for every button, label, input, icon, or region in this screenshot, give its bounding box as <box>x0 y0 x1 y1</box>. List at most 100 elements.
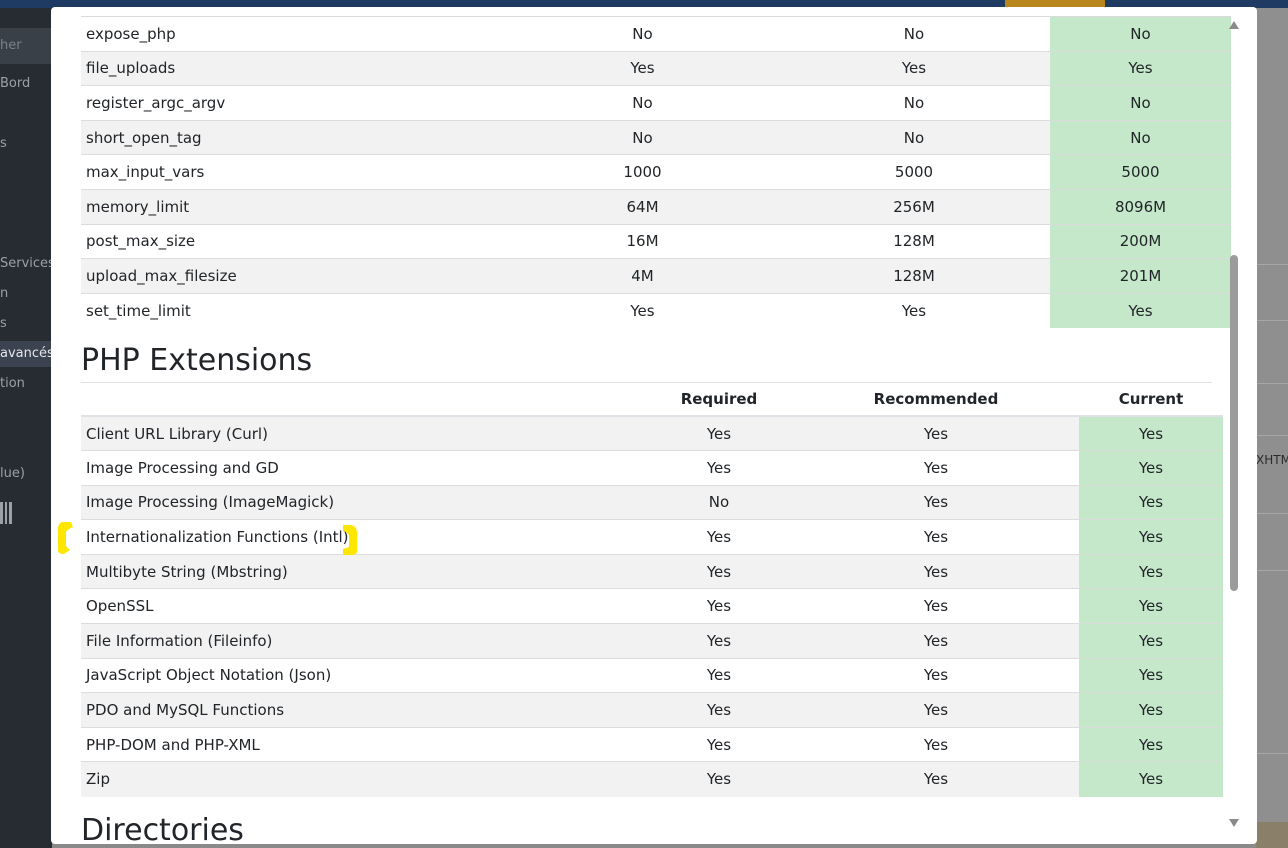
setting-name: File Information (Fileinfo) <box>81 623 645 659</box>
required-value: Yes <box>645 519 793 555</box>
required-value: No <box>507 16 778 52</box>
column-header-name <box>81 383 645 417</box>
required-value: Yes <box>507 292 778 328</box>
setting-name: file_uploads <box>81 50 507 86</box>
current-value: Yes <box>1079 415 1223 451</box>
required-value: Yes <box>645 415 793 451</box>
current-value: 201M <box>1050 258 1231 294</box>
table-row: memory_limit 64M 256M 8096M <box>81 188 1231 225</box>
recommended-value: No <box>778 16 1050 52</box>
table-row: Image Processing (ImageMagick) No Yes Yes <box>81 484 1223 520</box>
app-sidebar: her Bord s Services n s avancés tion lue… <box>0 8 52 848</box>
current-value: 200M <box>1050 223 1231 259</box>
sidebar-item: lue) <box>0 466 25 481</box>
table-row: PDO and MySQL Functions Yes Yes Yes <box>81 692 1223 728</box>
setting-name: post_max_size <box>81 223 507 259</box>
required-value: Yes <box>645 553 793 589</box>
setting-name: Multibyte String (Mbstring) <box>81 553 645 589</box>
recommended-value: Yes <box>793 726 1079 762</box>
setting-name: short_open_tag <box>81 119 507 155</box>
divider <box>1256 320 1288 321</box>
required-value: Yes <box>507 50 778 86</box>
required-value: Yes <box>645 692 793 728</box>
required-value: Yes <box>645 657 793 693</box>
recommended-value: 128M <box>778 223 1050 259</box>
sidebar-item: n <box>0 286 9 301</box>
sidebar-item: Services <box>0 256 52 271</box>
scroll-up-arrow-icon[interactable] <box>1229 21 1239 29</box>
table-row: set_time_limit Yes Yes Yes <box>81 292 1231 328</box>
background-text: XHTM <box>1256 453 1288 467</box>
required-value: No <box>507 119 778 155</box>
current-value: No <box>1050 16 1231 52</box>
app-background-right: XHTM <box>1256 8 1288 848</box>
current-value: 8096M <box>1050 188 1231 225</box>
scrollbar-thumb[interactable] <box>1230 255 1238 591</box>
scroll-down-arrow-icon[interactable] <box>1229 819 1239 827</box>
setting-name: Zip <box>81 761 645 797</box>
table-row: max_input_vars 1000 5000 5000 <box>81 154 1231 190</box>
column-header-required: Required <box>645 383 793 417</box>
table-row: post_max_size 16M 128M 200M <box>81 223 1231 259</box>
divider <box>1256 435 1288 436</box>
recommended-value: 256M <box>778 188 1050 225</box>
current-value: Yes <box>1079 657 1223 693</box>
current-value: Yes <box>1079 588 1223 624</box>
setting-name: expose_php <box>81 16 507 52</box>
setting-name: upload_max_filesize <box>81 258 507 294</box>
required-value: Yes <box>645 761 793 797</box>
sidebar-search: her <box>0 28 52 64</box>
sidebar-item: s <box>0 316 7 331</box>
required-value: 4M <box>507 258 778 294</box>
recommended-value: 128M <box>778 258 1050 294</box>
recommended-value: Yes <box>793 484 1079 520</box>
required-value: No <box>645 484 793 520</box>
recommended-value: Yes <box>793 519 1079 555</box>
current-value: 5000 <box>1050 154 1231 190</box>
recommended-value: Yes <box>793 657 1079 693</box>
setting-name: register_argc_argv <box>81 85 507 121</box>
current-value: No <box>1050 85 1231 121</box>
table-row: Multibyte String (Mbstring) Yes Yes Yes <box>81 553 1223 589</box>
column-header-recommended: Recommended <box>793 383 1079 417</box>
sidebar-item-active: avancés <box>0 341 52 367</box>
highlight-marker-left-icon <box>57 522 73 554</box>
current-value: Yes <box>1050 292 1231 328</box>
current-value: Yes <box>1079 450 1223 486</box>
modal-scrollbar[interactable] <box>1225 21 1243 831</box>
recommended-value: Yes <box>778 292 1050 328</box>
recommended-value: 5000 <box>778 154 1050 190</box>
recommended-value: Yes <box>793 553 1079 589</box>
table-row: Zip Yes Yes Yes <box>81 761 1223 797</box>
table-row: JavaScript Object Notation (Json) Yes Yes Y… <box>81 657 1223 693</box>
table-row: expose_php No No No <box>81 16 1231 52</box>
column-header-current: Current <box>1079 383 1223 417</box>
system-check-modal: expose_php No No No file_uploads Yes Yes Yes reg… <box>51 7 1257 844</box>
setting-name: Image Processing and GD <box>81 450 645 486</box>
current-value: Yes <box>1079 726 1223 762</box>
modal-scroll-area[interactable]: expose_php No No No file_uploads Yes Yes Yes reg… <box>51 7 1257 844</box>
recommended-value: Yes <box>793 450 1079 486</box>
current-value: Yes <box>1079 692 1223 728</box>
setting-name: Internationalization Functions (Intl) <box>81 519 645 555</box>
background-band <box>1256 822 1288 848</box>
current-value: No <box>1050 119 1231 155</box>
setting-name: JavaScript Object Notation (Json) <box>81 657 645 693</box>
recommended-value: Yes <box>793 588 1079 624</box>
php-config-table: expose_php No No No file_uploads Yes Yes Yes reg… <box>81 16 1231 328</box>
section-title-php-extensions: PHP Extensions <box>81 343 313 378</box>
sidebar-item: tion <box>0 376 25 391</box>
current-value: Yes <box>1050 50 1231 86</box>
setting-name: max_input_vars <box>81 154 507 190</box>
current-value: Yes <box>1079 623 1223 659</box>
section-title-directories: Directories <box>81 813 244 844</box>
table-row: Client URL Library (Curl) Yes Yes Yes <box>81 415 1223 451</box>
required-value: No <box>507 85 778 121</box>
current-value: Yes <box>1079 553 1223 589</box>
divider <box>1256 513 1288 514</box>
current-value: Yes <box>1079 484 1223 520</box>
required-value: 1000 <box>507 154 778 190</box>
divider <box>1256 570 1288 571</box>
setting-name: Client URL Library (Curl) <box>81 415 645 451</box>
setting-name: memory_limit <box>81 188 507 225</box>
